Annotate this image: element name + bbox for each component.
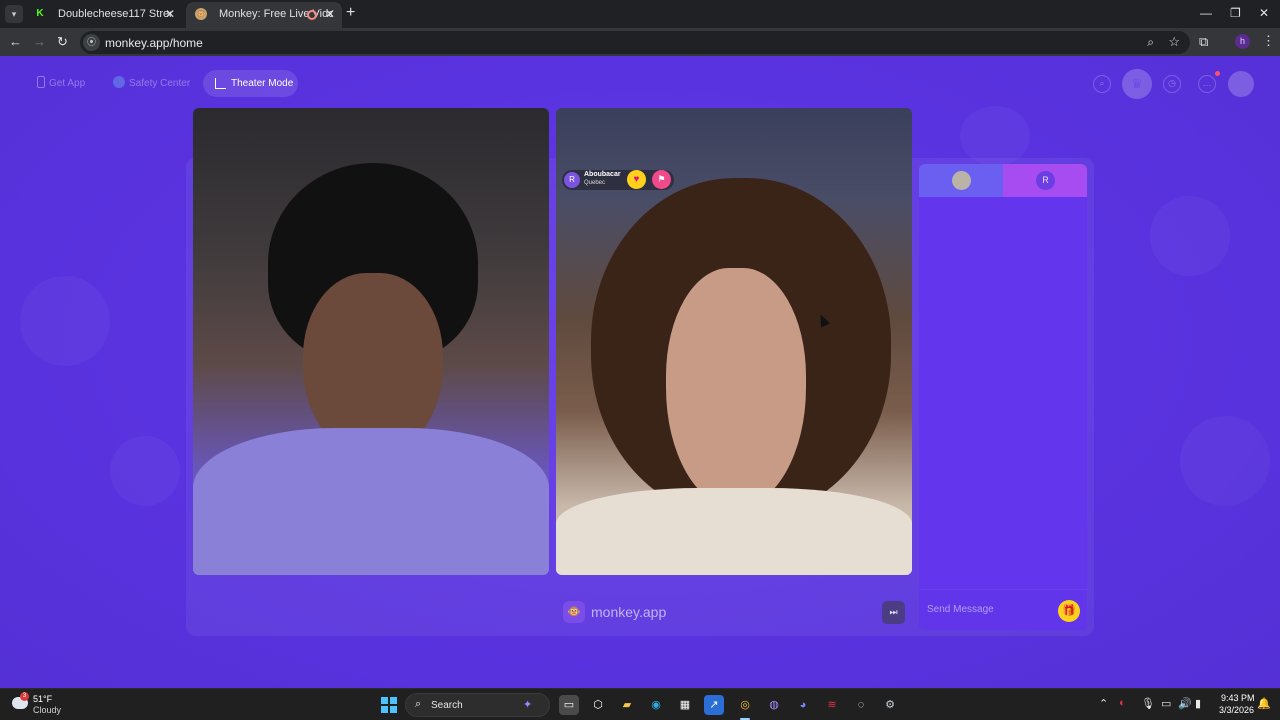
weather-badge: 3 [20, 692, 29, 701]
address-bar[interactable]: ⦿ monkey.app/home ⌕ ☆ [80, 31, 1190, 54]
network-icon[interactable]: ▭ [1161, 697, 1171, 710]
video-content [193, 428, 549, 575]
video-content [666, 268, 806, 508]
search-icon[interactable]: ⌕ [1093, 75, 1111, 93]
background-pattern [1180, 416, 1270, 506]
message-input[interactable]: Send Message 🎁 [919, 589, 1087, 630]
zoom-icon[interactable]: ⌕ [1147, 35, 1154, 50]
safety-center-label: Safety Center [129, 78, 191, 89]
profile-avatar[interactable]: h [1235, 34, 1250, 49]
copilot-icon[interactable]: ⬡ [588, 695, 608, 715]
chat-panel: R Send Message 🎁 [919, 164, 1087, 630]
message-placeholder: Send Message [927, 604, 994, 615]
tab-search-icon[interactable]: ▾ [5, 5, 23, 23]
reload-icon[interactable]: ↻ [57, 34, 68, 50]
safety-center-button[interactable]: Safety Center [113, 74, 190, 94]
avatar [952, 171, 971, 190]
background-pattern [110, 436, 180, 506]
file-explorer-icon[interactable]: ▰ [617, 695, 637, 715]
close-icon[interactable]: ✕ [325, 2, 335, 26]
kick-favicon-icon: K [36, 8, 44, 19]
monkey-favicon-icon: 🐵 [195, 8, 207, 20]
chat-tab-self[interactable] [919, 164, 1003, 197]
restore-icon[interactable]: ❐ [1230, 6, 1241, 20]
notification-dot [1215, 71, 1220, 76]
app-icon[interactable]: ◍ [764, 695, 784, 715]
forward-icon[interactable]: → [33, 34, 46, 50]
browser-tab-kick[interactable]: K Doublecheese117 Stream - Wa ✕ [25, 2, 182, 28]
monkey-logo-icon: 🐵 [563, 601, 585, 623]
heart-icon[interactable]: ♥ [627, 170, 646, 189]
background-pattern [1150, 196, 1230, 276]
app-icon[interactable]: ◌ [851, 695, 871, 715]
tab-title: Doublecheese117 Stream - Wa [58, 8, 171, 20]
url-text: monkey.app/home [105, 36, 203, 50]
avatar[interactable] [1228, 71, 1254, 97]
taskbar-search[interactable]: ⌕ Search ✦ [405, 693, 550, 717]
minimize-icon[interactable]: — [1200, 6, 1212, 20]
skip-icon[interactable]: ⏭ [882, 601, 905, 624]
task-view-icon[interactable]: ▭ [559, 695, 579, 715]
chevron-up-icon[interactable]: ⌃ [1099, 697, 1108, 710]
phone-icon [37, 76, 45, 88]
background-pattern [20, 276, 110, 366]
theater-mode-label: Theater Mode [231, 78, 294, 89]
get-app-label: Get App [49, 78, 86, 89]
site-info-icon[interactable]: ⦿ [83, 34, 100, 51]
chat-tabs: R [919, 164, 1087, 197]
search-highlight-icon: ✦ [523, 699, 533, 711]
expand-icon [215, 78, 226, 89]
remote-user-location: Quebec [584, 180, 606, 186]
browser-tab-bar: ▾ K Doublecheese117 Stream - Wa ✕ 🐵 Monk… [0, 0, 1280, 28]
settings-icon[interactable]: ⚙ [880, 695, 900, 715]
edge-icon[interactable]: ◉ [646, 695, 666, 715]
volume-icon[interactable]: 🔊 [1178, 697, 1192, 710]
local-video [193, 108, 549, 575]
weather-temp[interactable]: 51°F [33, 694, 52, 704]
notifications-icon[interactable]: 🔔 [1257, 697, 1271, 710]
discord-icon[interactable]: ◕ [793, 695, 813, 715]
windows-taskbar: 3 51°F Cloudy ⌕ Search ✦ ▭ ⬡ ▰ ◉ ▦ ↗ ◎ ◍… [0, 688, 1280, 720]
watermark: monkey.app [591, 604, 667, 620]
shield-icon [113, 76, 125, 88]
history-icon[interactable]: ◷ [1163, 75, 1181, 93]
weather-condition[interactable]: Cloudy [33, 705, 61, 715]
get-app-button[interactable]: Get App [37, 74, 85, 94]
avatar: R [1036, 171, 1055, 190]
clock-time[interactable]: 9:43 PM [1221, 693, 1255, 703]
browser-toolbar: ← → ↻ ⦿ monkey.app/home ⌕ ☆ [0, 28, 1280, 56]
extensions-icon[interactable]: ⧉ [1199, 34, 1208, 50]
gift-icon[interactable]: 🎁 [1058, 600, 1080, 622]
search-label: Search [431, 700, 463, 711]
recording-indicator-icon [307, 10, 317, 20]
app-icon[interactable]: ↗ [704, 695, 724, 715]
theater-mode-button[interactable]: Theater Mode [203, 70, 298, 97]
back-icon[interactable]: ← [9, 34, 22, 50]
menu-icon[interactable]: ⋮ [1262, 33, 1275, 49]
browser-tab-monkey[interactable]: 🐵 Monkey: Free Live Video Ch ✕ [186, 2, 342, 28]
new-tab-icon[interactable]: + [346, 4, 355, 22]
chrome-icon[interactable]: ◎ [735, 695, 755, 715]
windows-start-icon[interactable] [381, 697, 397, 713]
video-content [556, 488, 912, 575]
app-icon[interactable]: ≋ [822, 695, 842, 715]
close-icon[interactable]: ✕ [165, 2, 175, 26]
crown-icon[interactable]: ♛ [1122, 69, 1152, 99]
remote-user-avatar: R [564, 172, 580, 188]
remote-user-name: Aboubacar [584, 171, 621, 178]
search-icon: ⌕ [415, 698, 422, 710]
battery-icon[interactable]: ▮ [1195, 697, 1201, 710]
microphone-icon[interactable]: 🎙 [1141, 697, 1155, 710]
window-close-icon[interactable]: ✕ [1259, 6, 1269, 20]
store-icon[interactable]: ▦ [675, 695, 695, 715]
clock-date[interactable]: 3/3/2026 [1219, 705, 1254, 715]
chat-tab-remote[interactable]: R [1003, 164, 1087, 197]
tray-app-icon[interactable]: ◐ [1119, 697, 1126, 709]
chat-icon[interactable]: … [1198, 75, 1216, 93]
star-icon[interactable]: ☆ [1168, 34, 1180, 50]
report-icon[interactable]: ⚑ [652, 170, 671, 189]
background-pattern [960, 106, 1030, 166]
